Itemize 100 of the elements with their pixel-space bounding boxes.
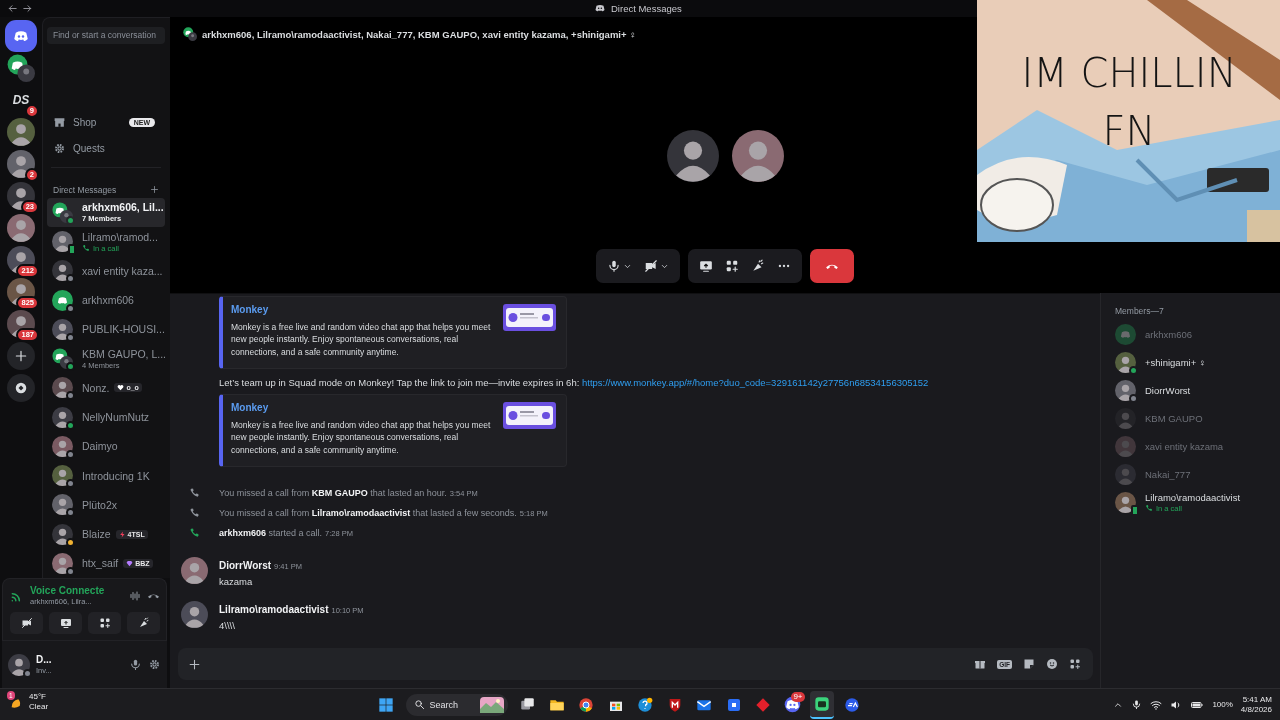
nav-label: Quests xyxy=(73,142,105,154)
screen-share-icon[interactable] xyxy=(699,259,713,273)
avatar xyxy=(52,435,73,457)
embed-title[interactable]: Monkey xyxy=(231,304,269,315)
compass-icon xyxy=(14,381,28,395)
author-name[interactable]: DiorrWorst xyxy=(219,560,272,571)
add-dm-icon[interactable] xyxy=(150,185,159,195)
square-icon xyxy=(725,696,742,713)
embed-description: Monkey is a free live and random video chat app that helps you meet new people instantly. Enjoy spontaneous conversations, real connections, and a safe community anytime. xyxy=(231,419,492,456)
back-arrow-icon[interactable] xyxy=(7,3,18,14)
temperature: 45°F xyxy=(29,692,47,702)
microphone-icon[interactable] xyxy=(1131,699,1143,710)
member-item[interactable]: Nakai_777 xyxy=(1115,460,1280,488)
task-view-icon xyxy=(519,697,535,712)
search-field[interactable]: Find or start a conversation xyxy=(47,27,165,44)
member-item[interactable]: +shinigami+ ♀ xyxy=(1115,348,1280,376)
quests-icon[interactable] xyxy=(53,141,66,155)
section-header: Direct Messages xyxy=(53,184,117,195)
dm-item[interactable]: NellyNumNutz xyxy=(47,402,165,432)
screen-share-icon[interactable] xyxy=(59,617,72,629)
soundboard-icon[interactable] xyxy=(751,259,765,273)
hang-up-button[interactable] xyxy=(810,249,854,283)
activities-button[interactable] xyxy=(88,612,121,634)
member-item[interactable]: DiorrWorst xyxy=(1115,376,1280,404)
add-server-button[interactable] xyxy=(7,342,35,370)
microphone-icon[interactable] xyxy=(607,259,621,273)
weather-condition: Clear xyxy=(29,702,49,712)
app-icon xyxy=(814,695,830,712)
notification-badge: 9+ xyxy=(791,691,805,702)
discover-button[interactable] xyxy=(7,374,35,402)
diamond-icon xyxy=(755,696,771,713)
dm-name: arkhxm606, Lil... xyxy=(82,201,164,214)
wifi-icon[interactable] xyxy=(1150,698,1163,711)
avatar xyxy=(52,494,73,516)
members-header: Members—7 xyxy=(1115,306,1165,318)
nav-label: Shop xyxy=(73,117,97,129)
voice-status: Voice Connecte xyxy=(30,585,106,596)
clock-time[interactable]: 5:41 AM xyxy=(1242,694,1272,705)
avatar xyxy=(52,318,73,340)
call-title: arkhxm606, Lilramo\ramodaactivist, Nakai_777, KBM GAUPO, xavi entity kazama, +shinigami+ ♀ xyxy=(202,28,637,40)
message-text: kazama xyxy=(219,576,254,587)
dm-name: xavi entity kaza... xyxy=(82,264,163,277)
member-item[interactable]: arkhxm606 xyxy=(1115,320,1280,348)
dm-name: NellyNumNutz xyxy=(82,411,150,424)
apps-icon[interactable] xyxy=(725,259,739,273)
emoji-icon[interactable] xyxy=(1046,658,1058,670)
nav-item[interactable]: Quests xyxy=(47,135,165,161)
link[interactable]: https://www.monkey.app/#/home?duo_code=329161142y27756n68534156305152 xyxy=(581,377,929,388)
member-item[interactable]: KBM GAUPO xyxy=(1115,404,1280,432)
camera-off-icon[interactable] xyxy=(20,617,33,629)
camera-off-icon[interactable] xyxy=(644,259,658,273)
embed-title[interactable]: Monkey xyxy=(231,402,269,413)
server-icon[interactable] xyxy=(7,214,35,242)
member-item[interactable]: xavi entity kazama xyxy=(1115,432,1280,460)
message-text: Let’s team up in Squad mode on Monkey! Tap the link to join me—invite expires in 6h: https://www.monkey.app/#/home?duo_code=329161142y27756n68534156305152 xyxy=(219,377,930,388)
dm-item[interactable]: Plüto2x xyxy=(47,490,165,520)
soundboard-icon[interactable] xyxy=(137,617,150,629)
gift-icon[interactable] xyxy=(974,658,987,670)
apps-icon[interactable] xyxy=(98,617,111,629)
camera-button[interactable] xyxy=(10,612,43,634)
dm-name: htx_saif xyxy=(82,557,119,570)
user-name: D... xyxy=(36,654,53,665)
screen-share-button[interactable] xyxy=(49,612,82,634)
participant-avatar xyxy=(731,129,784,182)
taskbar-app[interactable]: 9+ xyxy=(780,691,805,718)
dm-name: PUBLIK-HOUSI... xyxy=(82,323,165,336)
dm-name: Nonz. xyxy=(82,381,110,394)
taskbar-app[interactable] xyxy=(810,690,834,719)
dm-name: Lilramo\ramod... xyxy=(82,230,158,243)
avatar xyxy=(52,231,73,253)
server-icon[interactable] xyxy=(7,54,35,82)
apps-icon[interactable] xyxy=(1069,658,1081,670)
avatar xyxy=(52,260,73,282)
dm-item[interactable]: Introducing 1K xyxy=(47,461,165,491)
sticker-icon[interactable] xyxy=(1023,658,1035,670)
avatar xyxy=(1115,463,1136,485)
waveform-icon[interactable] xyxy=(129,589,141,602)
avatar xyxy=(52,552,73,574)
dm-item[interactable]: arkhxm606 xyxy=(47,285,165,315)
member-name: Nakai_777 xyxy=(1145,468,1191,480)
avatar xyxy=(52,377,73,399)
dm-item[interactable]: Daimyo xyxy=(47,431,165,461)
dm-name: KBM GAUPO, L... xyxy=(82,347,167,360)
avatar xyxy=(1115,323,1136,345)
member-name: arkhxm606 xyxy=(1145,328,1192,340)
attach-icon[interactable] xyxy=(188,657,201,671)
group-avatar xyxy=(52,201,73,223)
settings-icon[interactable] xyxy=(148,658,161,671)
microphone-icon[interactable] xyxy=(129,658,142,671)
forward-arrow-icon[interactable] xyxy=(22,3,33,14)
dm-item[interactable]: xavi entity kaza... xyxy=(47,256,165,286)
clock-date[interactable]: 4/8/2026 xyxy=(1240,704,1272,715)
server-icon[interactable] xyxy=(7,118,35,146)
dm-name: arkhxm606 xyxy=(82,294,134,307)
author-name[interactable]: Lilramo\ramodaactivist xyxy=(219,604,329,615)
dm-item[interactable]: PUBLIK-HOUSI... xyxy=(47,314,165,344)
avatar xyxy=(1115,351,1136,373)
group-avatar xyxy=(52,348,73,370)
home-button[interactable] xyxy=(7,22,35,50)
avatar xyxy=(52,465,73,487)
